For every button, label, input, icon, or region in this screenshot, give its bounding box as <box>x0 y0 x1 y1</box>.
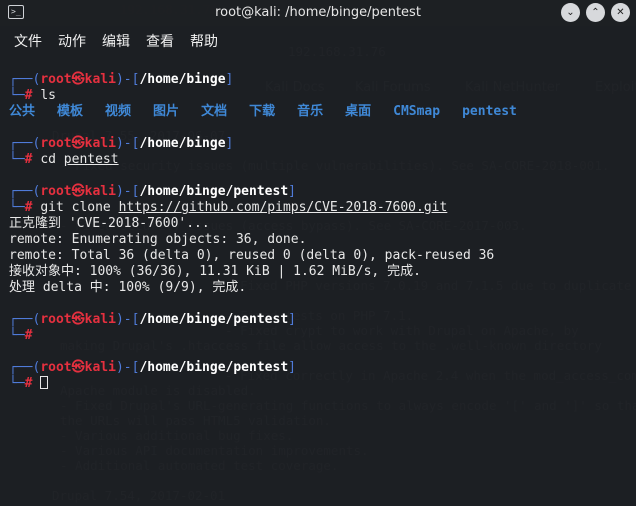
command-arg: pentest <box>63 152 119 167</box>
title-bar[interactable]: >_ root@kali: /home/binge/pentest ⌄ ⌃ ✕ <box>0 0 636 26</box>
menu-file[interactable]: 文件 <box>14 31 42 51</box>
ls-output: 公共 模板 视频 图片 文档 下载 音乐 桌面 CMSmap pentest <box>9 104 632 120</box>
prompt-header: ┌──(root㉿kali)-[/home/binge/pentest] <box>9 184 296 199</box>
prompt-command-line: └─# ls <box>9 88 56 103</box>
prompt-header: ┌──(root㉿kali)-[/home/binge] <box>9 136 234 151</box>
prompt-command-line: └─# git clone https://github.com/pimps/C… <box>9 200 448 215</box>
terminal-window[interactable]: >_ root@kali: /home/binge/pentest ⌄ ⌃ ✕ … <box>0 0 636 506</box>
dir-entry: 音乐 <box>297 104 324 119</box>
prompt-header: ┌──(root㉿kali)-[/home/binge/pentest] <box>9 360 296 375</box>
minimize-icon[interactable]: ⌄ <box>561 3 580 22</box>
menu-help[interactable]: 帮助 <box>190 31 218 51</box>
dir-entry: 模板 <box>57 104 84 119</box>
menu-view[interactable]: 查看 <box>146 31 174 51</box>
output-line: 接收对象中: 100% (36/36), 11.31 KiB | 1.62 Mi… <box>9 264 421 279</box>
prompt-header: ┌──(root㉿kali)-[/home/binge] <box>9 72 234 87</box>
dir-entry: pentest <box>462 104 517 119</box>
output-line: 正克隆到 'CVE-2018-7600'... <box>9 216 210 231</box>
terminal-output[interactable]: ┌──(root㉿kali)-[/home/binge] └─# ls 公共 模板… <box>9 72 632 392</box>
text-cursor <box>40 376 49 389</box>
maximize-icon[interactable]: ⌃ <box>586 3 605 22</box>
command-text: git clone <box>40 200 119 215</box>
clone-url-link[interactable]: https://github.com/pimps/CVE-2018-7600.g… <box>119 200 448 215</box>
prompt-header: ┌──(root㉿kali)-[/home/binge/pentest] <box>9 312 296 327</box>
dir-entry: 图片 <box>153 104 180 119</box>
command-text: ls <box>40 88 56 103</box>
output-line: remote: Enumerating objects: 36, done. <box>9 232 307 247</box>
menu-bar: 文件 动作 编辑 查看 帮助 <box>0 26 636 56</box>
dir-entry: 桌面 <box>345 104 372 119</box>
prompt-command-line: └─# <box>9 328 33 343</box>
output-line: 处理 delta 中: 100% (9/9), 完成. <box>9 280 247 295</box>
dir-entry: 下载 <box>249 104 276 119</box>
menu-action[interactable]: 动作 <box>58 31 86 51</box>
prompt-command-line[interactable]: └─# <box>9 376 632 392</box>
prompt-command-line: └─# cd pentest <box>9 152 119 167</box>
command-text: cd <box>40 152 64 167</box>
dir-entry: 公共 <box>9 104 36 119</box>
menu-edit[interactable]: 编辑 <box>102 31 130 51</box>
window-title: root@kali: /home/binge/pentest <box>215 5 421 20</box>
window-controls: ⌄ ⌃ ✕ <box>561 3 630 22</box>
close-icon[interactable]: ✕ <box>611 3 630 22</box>
dir-entry: CMSmap <box>393 104 441 119</box>
dir-entry: 文档 <box>201 104 228 119</box>
dir-entry: 视频 <box>105 104 132 119</box>
output-line: remote: Total 36 (delta 0), reused 0 (de… <box>9 248 495 263</box>
